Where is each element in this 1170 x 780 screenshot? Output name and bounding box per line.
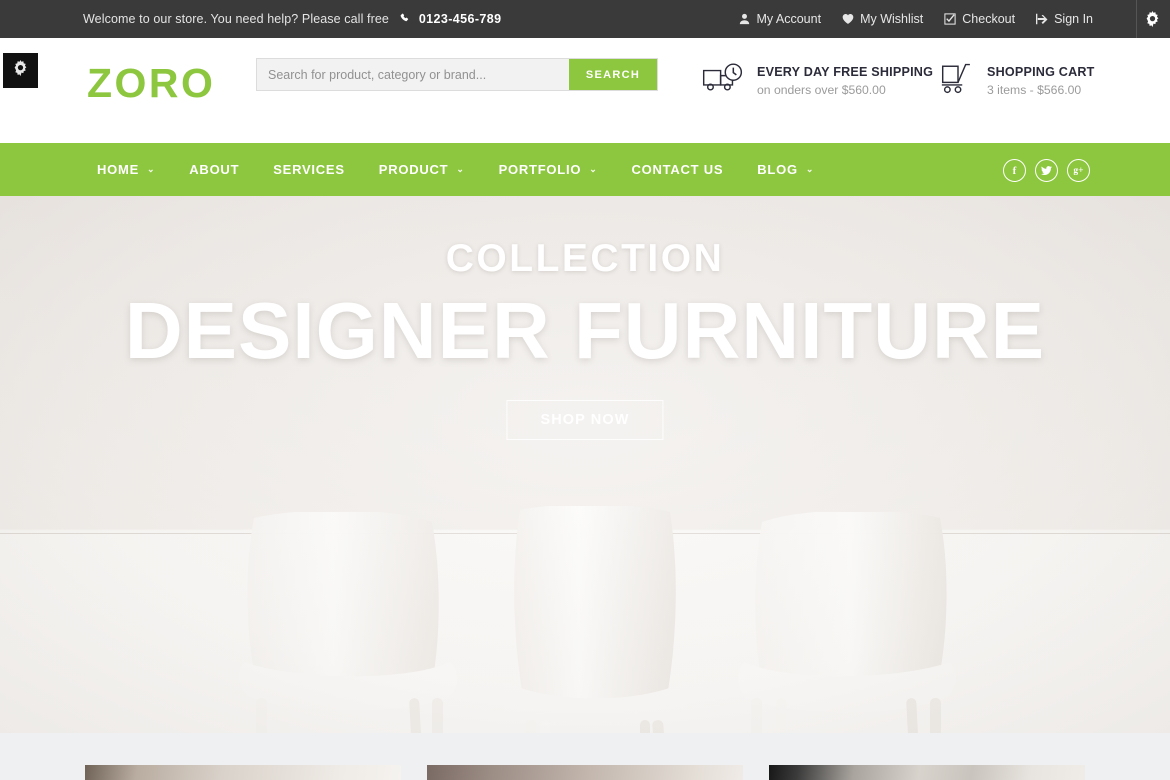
shop-now-button[interactable]: SHOP NOW [506, 400, 664, 440]
google-plus-icon[interactable]: g+ [1067, 159, 1090, 182]
nav-item-label: HOME [97, 162, 139, 177]
promo-card[interactable] [85, 765, 401, 780]
nav-item-label: PRODUCT [378, 162, 449, 177]
nav-item-label: CONTACT US [631, 162, 724, 177]
nav-item-label: ABOUT [189, 162, 240, 177]
top-link-label: My Account [756, 12, 822, 26]
free-shipping-info[interactable]: EVERY DAY FREE SHIPPING on onders over $… [702, 62, 933, 101]
nav-item-services[interactable]: SERVICES [273, 162, 345, 177]
phone-number[interactable]: 0123-456-789 [400, 12, 502, 26]
nav-item-label: BLOG [757, 162, 798, 177]
top-link-sign-in[interactable]: Sign In [1036, 12, 1093, 26]
nav-item-contact-us[interactable]: CONTACT US [632, 162, 724, 177]
free-shipping-title: EVERY DAY FREE SHIPPING [757, 65, 934, 79]
main-navigation: HOME ⌄ ABOUT SERVICES PRODUCT ⌄ PORTFOLI… [0, 143, 1170, 196]
social-links: f g+ [1003, 159, 1090, 182]
sign-in-icon [1036, 13, 1048, 25]
delivery-truck-icon [702, 62, 746, 101]
gear-icon [12, 59, 29, 82]
theme-settings-button[interactable] [3, 53, 38, 88]
free-shipping-text: EVERY DAY FREE SHIPPING on onders over $… [757, 64, 933, 99]
shopping-cart-text: SHOPPING CART 3 items - $566.00 [987, 64, 1095, 99]
nav-item-label: PORTFOLIO [498, 162, 582, 177]
chevron-down-icon: ⌄ [456, 164, 465, 174]
nav-item-product[interactable]: PRODUCT ⌄ [379, 162, 465, 177]
shopping-cart-info[interactable]: SHOPPING CART 3 items - $566.00 [940, 62, 1095, 101]
chevron-down-icon: ⌄ [805, 164, 815, 174]
site-header: ZORO SEARCH EVERY DAY FREE SHIPPING on o… [0, 38, 1170, 143]
promo-card[interactable] [769, 765, 1085, 780]
shopping-cart-title: SHOPPING CART [987, 65, 1095, 79]
nav-item-about[interactable]: ABOUT [189, 162, 239, 177]
heart-icon [842, 13, 854, 25]
promo-cards-row [85, 765, 1085, 780]
nav-item-portfolio[interactable]: PORTFOLIO ⌄ [499, 162, 598, 177]
search-input[interactable] [257, 59, 569, 90]
hero-banner[interactable]: COLLECTION DESIGNER FURNITURE SHOP NOW [0, 196, 1170, 733]
chevron-down-icon: ⌄ [147, 164, 156, 174]
top-link-label: Checkout [962, 12, 1016, 26]
shopping-cart-icon [940, 62, 976, 101]
top-link-checkout[interactable]: Checkout [944, 12, 1015, 26]
search-bar: SEARCH [256, 58, 658, 91]
top-link-label: Sign In [1054, 12, 1093, 26]
free-shipping-subtitle: on onders over $560.00 [757, 83, 886, 97]
top-bar: Welcome to our store. You need help? Ple… [0, 0, 1170, 38]
phone-icon [400, 13, 410, 26]
chevron-down-icon: ⌄ [589, 164, 598, 174]
facebook-icon[interactable]: f [1003, 159, 1026, 182]
top-link-my-account[interactable]: My Account [739, 12, 821, 26]
top-link-my-wishlist[interactable]: My Wishlist [842, 12, 923, 26]
gear-icon[interactable] [1144, 11, 1161, 28]
nav-item-home[interactable]: HOME ⌄ [97, 162, 155, 177]
promo-cards-section [0, 733, 1170, 780]
top-bar-links: My Account My Wishlist Checkout Sign In [739, 0, 1093, 38]
welcome-message: Welcome to our store. You need help? Ple… [83, 12, 389, 26]
shopping-cart-subtitle: 3 items - $566.00 [987, 83, 1082, 97]
user-icon [739, 13, 750, 25]
checkbox-icon [944, 13, 956, 25]
site-logo[interactable]: ZORO [87, 60, 215, 107]
promo-card[interactable] [427, 765, 743, 780]
hero-overlay [0, 196, 1170, 733]
nav-item-list: HOME ⌄ ABOUT SERVICES PRODUCT ⌄ PORTFOLI… [97, 162, 848, 177]
top-link-label: My Wishlist [860, 12, 924, 26]
nav-item-blog[interactable]: BLOG ⌄ [757, 162, 814, 177]
search-button[interactable]: SEARCH [569, 59, 657, 90]
top-bar-divider [1136, 0, 1137, 38]
nav-item-label: SERVICES [273, 162, 345, 177]
twitter-icon[interactable] [1035, 159, 1058, 182]
phone-number-text: 0123-456-789 [418, 12, 502, 26]
